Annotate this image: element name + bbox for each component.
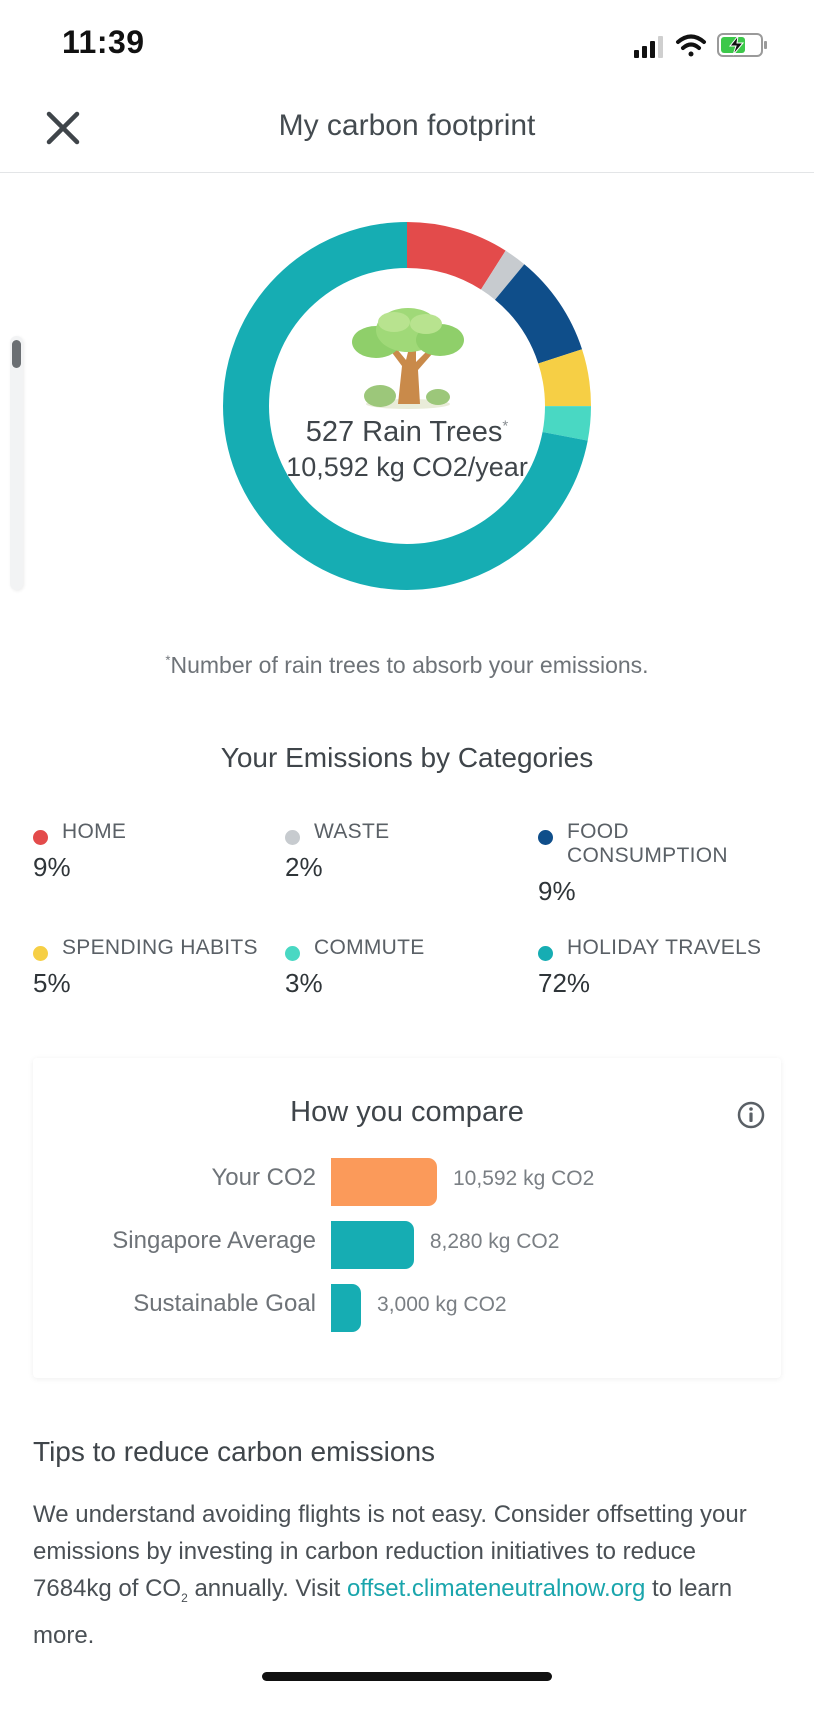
scroll-track[interactable] — [10, 336, 23, 590]
tips-text-part: annually. Visit — [187, 1575, 347, 1602]
trees-count: 527 Rain Trees* — [222, 416, 592, 449]
home-indicator — [262, 1672, 552, 1681]
scroll-thumb[interactable] — [12, 340, 21, 368]
categories-title: Your Emissions by Categories — [220, 742, 594, 773]
category-name: FOOD CONSUMPTION — [567, 820, 728, 867]
cellular-signal-icon — [634, 36, 663, 58]
category-name: WASTE — [314, 820, 390, 843]
compare-row-label: Sustainable Goal — [133, 1290, 316, 1317]
wifi-icon — [676, 34, 706, 57]
category-name: SPENDING HABITS — [62, 936, 258, 959]
trees-count-text: 527 Rain Trees — [305, 416, 503, 448]
category-percent: 9% — [33, 852, 71, 882]
home-color-dot — [33, 830, 48, 845]
category-name: HOME — [62, 820, 127, 843]
holiday-travels-color-dot — [538, 946, 553, 961]
tips-text: We understand avoiding flights is not ea… — [33, 1496, 773, 1654]
compare-row-label: Your CO2 — [211, 1164, 316, 1191]
waste-color-dot — [285, 830, 300, 845]
category-percent: 5% — [33, 968, 71, 998]
battery-charging-icon — [717, 33, 767, 57]
trees-footnote-mark: * — [502, 417, 509, 435]
compare-bar-value: 10,592 kg CO2 — [453, 1167, 595, 1190]
category-name: HOLIDAY TRAVELS — [567, 936, 762, 959]
compare-bar-value: 8,280 kg CO2 — [429, 1230, 560, 1253]
rain-tree-icon — [352, 308, 464, 409]
info-icon[interactable] — [736, 1100, 766, 1130]
compare-bar-value: 3,000 kg CO2 — [377, 1293, 507, 1316]
compare-bar-your-co2 — [331, 1158, 437, 1206]
footnote: *Number of rain trees to absorb your emi… — [0, 652, 814, 679]
status-icons — [634, 33, 767, 58]
status-time: 11:39 — [62, 24, 145, 60]
offset-link[interactable]: offset.climateneutralnow.org — [347, 1575, 645, 1602]
category-name: COMMUTE — [314, 936, 425, 959]
category-percent: 3% — [285, 968, 323, 998]
spending-habits-color-dot — [33, 946, 48, 961]
compare-title: How you compare — [290, 1096, 524, 1128]
compare-row-label: Singapore Average — [112, 1227, 316, 1254]
category-percent: 9% — [538, 876, 576, 906]
commute-color-dot — [285, 946, 300, 961]
food-consumption-color-dot — [538, 830, 553, 845]
tips-subscript: 2 — [181, 1590, 188, 1605]
category-percent: 2% — [285, 852, 323, 882]
compare-bar-singapore-average — [331, 1221, 414, 1269]
annual-emissions: 10,592 kg CO2/year — [286, 452, 528, 482]
compare-bar-sustainable-goal — [331, 1284, 362, 1332]
page-title: My carbon footprint — [278, 109, 536, 142]
footnote-text: Number of rain trees to absorb your emis… — [170, 652, 649, 678]
tips-title: Tips to reduce carbon emissions — [33, 1436, 436, 1467]
category-percent: 72% — [538, 968, 591, 998]
